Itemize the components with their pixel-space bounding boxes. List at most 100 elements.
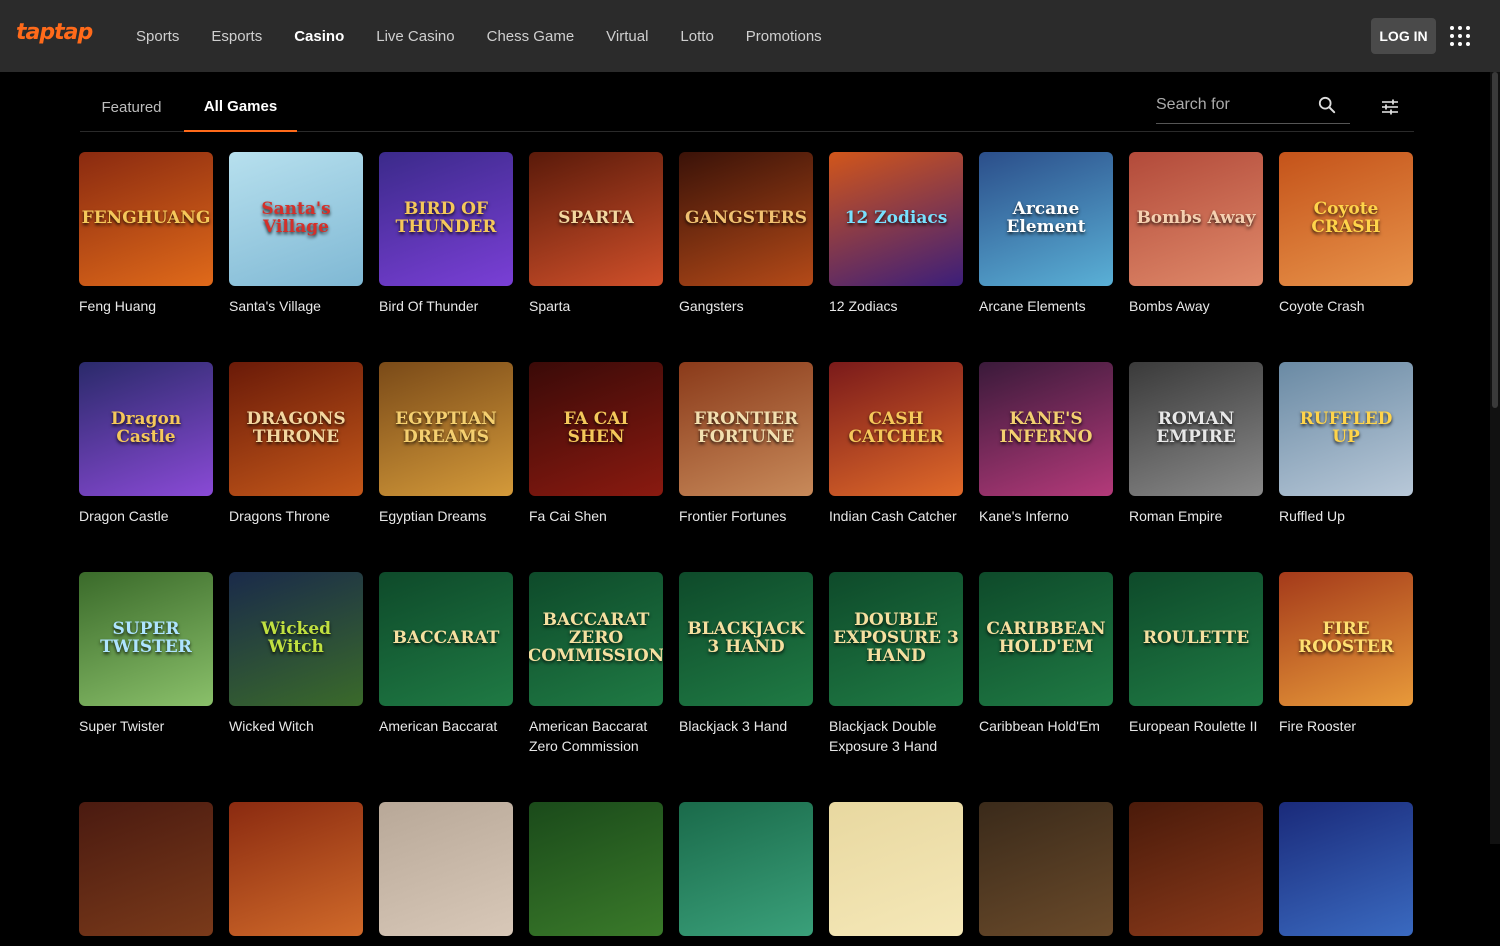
game-name[interactable]: Caribbean Hold'Em — [979, 716, 1113, 736]
game-card[interactable]: Arcane Element Arcane Elements — [979, 152, 1113, 316]
tab-featured[interactable]: Featured — [80, 82, 183, 132]
game-thumbnail[interactable] — [1129, 802, 1263, 936]
taptap-logo[interactable]: taptap — [16, 20, 92, 45]
game-name[interactable]: Sparta — [529, 296, 663, 316]
game-thumbnail[interactable] — [79, 802, 213, 936]
game-card[interactable] — [229, 802, 363, 946]
game-card[interactable]: CARIBBEAN HOLD'EMCaribbean Hold'Em — [979, 572, 1113, 736]
game-card[interactable]: FIRE ROOSTER Fire Rooster — [1279, 572, 1413, 736]
game-card[interactable]: DOUBLE EXPOSURE 3 HAND Blackjack Double E… — [829, 572, 963, 756]
game-card[interactable]: BACCARAT ZERO COMMISSION American Baccara… — [529, 572, 663, 756]
game-name[interactable]: Wicked Witch — [229, 716, 363, 736]
game-card[interactable]: DRAGONS THRONE Dragons Throne — [229, 362, 363, 526]
game-thumbnail[interactable]: FENGHUANG — [79, 152, 213, 286]
game-card[interactable] — [679, 802, 813, 946]
nav-item-chess-game[interactable]: Chess Game — [487, 28, 575, 45]
game-thumbnail[interactable]: ROMAN EMPIRE — [1129, 362, 1263, 496]
game-name[interactable]: Feng Huang — [79, 296, 213, 316]
game-name[interactable]: Coyote Crash — [1279, 296, 1413, 316]
game-card[interactable] — [79, 802, 213, 946]
game-thumbnail[interactable]: Arcane Element — [979, 152, 1113, 286]
game-card[interactable]: EGYPTIAN DREAMS Egyptian Dreams — [379, 362, 513, 526]
game-name[interactable]: Santa's Village — [229, 296, 363, 316]
game-thumbnail[interactable]: ROULETTE — [1129, 572, 1263, 706]
game-card[interactable]: FRONTIER FORTUNE Frontier Fortunes — [679, 362, 813, 526]
game-name[interactable]: Egyptian Dreams — [379, 506, 513, 526]
game-card[interactable] — [979, 802, 1113, 946]
game-thumbnail[interactable]: BLACKJACK 3 HAND — [679, 572, 813, 706]
apps-grid-icon[interactable] — [1450, 26, 1470, 46]
game-name[interactable]: Bombs Away — [1129, 296, 1263, 316]
game-thumbnail[interactable]: FRONTIER FORTUNE — [679, 362, 813, 496]
game-name[interactable]: American Baccarat — [379, 716, 513, 736]
game-thumbnail[interactable]: BACCARAT — [379, 572, 513, 706]
game-card[interactable]: ROULETTEEuropean Roulette II — [1129, 572, 1263, 736]
game-thumbnail[interactable] — [1279, 802, 1413, 936]
game-thumbnail[interactable] — [979, 802, 1113, 936]
game-card[interactable]: FENGHUANG Feng Huang — [79, 152, 213, 316]
game-card[interactable]: GANGSTERS Gangsters — [679, 152, 813, 316]
game-name[interactable]: Bird Of Thunder — [379, 296, 513, 316]
game-card[interactable] — [1279, 802, 1413, 946]
game-thumbnail[interactable]: FIRE ROOSTER — [1279, 572, 1413, 706]
game-card[interactable]: Wicked Witch Wicked Witch — [229, 572, 363, 736]
game-thumbnail[interactable] — [679, 802, 813, 936]
game-name[interactable]: Dragons Throne — [229, 506, 363, 526]
game-card[interactable]: Coyote CRASH Coyote Crash — [1279, 152, 1413, 316]
game-thumbnail[interactable]: DOUBLE EXPOSURE 3 HAND — [829, 572, 963, 706]
tab-all-games[interactable]: All Games — [184, 82, 297, 132]
game-name[interactable]: Gangsters — [679, 296, 813, 316]
nav-item-casino[interactable]: Casino — [294, 28, 344, 45]
game-thumbnail[interactable]: Coyote CRASH — [1279, 152, 1413, 286]
game-thumbnail[interactable]: 12 Zodiacs — [829, 152, 963, 286]
game-name[interactable]: Super Twister — [79, 716, 213, 736]
game-thumbnail[interactable]: DRAGONS THRONE — [229, 362, 363, 496]
game-name[interactable]: Indian Cash Catcher — [829, 506, 963, 526]
nav-item-live-casino[interactable]: Live Casino — [376, 28, 454, 45]
game-card[interactable]: RUFFLED UPRuffled Up — [1279, 362, 1413, 526]
game-name[interactable]: Kane's Inferno — [979, 506, 1113, 526]
game-name[interactable]: Dragon Castle — [79, 506, 213, 526]
game-card[interactable] — [1129, 802, 1263, 946]
game-card[interactable]: BACCARAT American Baccarat — [379, 572, 513, 736]
game-card[interactable]: Bombs Away Bombs Away — [1129, 152, 1263, 316]
scrollbar-thumb[interactable] — [1492, 72, 1498, 408]
game-name[interactable]: Arcane Elements — [979, 296, 1113, 316]
game-card[interactable]: FA CAI SHEN Fa Cai Shen — [529, 362, 663, 526]
game-thumbnail[interactable]: SPARTA — [529, 152, 663, 286]
nav-item-lotto[interactable]: Lotto — [680, 28, 713, 45]
game-name[interactable]: American Baccarat Zero Commission — [529, 716, 663, 756]
search-input[interactable] — [1156, 90, 1306, 120]
game-card[interactable]: SUPER TWISTERSuper Twister — [79, 572, 213, 736]
game-thumbnail[interactable]: BIRD OF THUNDER — [379, 152, 513, 286]
game-thumbnail[interactable]: EGYPTIAN DREAMS — [379, 362, 513, 496]
game-name[interactable]: Frontier Fortunes — [679, 506, 813, 526]
game-thumbnail[interactable]: BACCARAT ZERO COMMISSION — [529, 572, 663, 706]
game-thumbnail[interactable]: FA CAI SHEN — [529, 362, 663, 496]
game-name[interactable]: Blackjack 3 Hand — [679, 716, 813, 736]
nav-item-promotions[interactable]: Promotions — [746, 28, 822, 45]
nav-item-virtual[interactable]: Virtual — [606, 28, 648, 45]
game-thumbnail[interactable]: CASH CATCHER — [829, 362, 963, 496]
game-name[interactable]: Ruffled Up — [1279, 506, 1413, 526]
nav-item-esports[interactable]: Esports — [211, 28, 262, 45]
game-name[interactable]: Blackjack Double Exposure 3 Hand — [829, 716, 963, 756]
game-name[interactable]: Fa Cai Shen — [529, 506, 663, 526]
login-button[interactable]: LOG IN — [1371, 18, 1436, 54]
game-card[interactable]: Santa's Village Santa's Village — [229, 152, 363, 316]
game-name[interactable]: Fire Rooster — [1279, 716, 1413, 736]
game-thumbnail[interactable]: GANGSTERS — [679, 152, 813, 286]
game-thumbnail[interactable] — [829, 802, 963, 936]
game-card[interactable]: 12 Zodiacs 12 Zodiacs — [829, 152, 963, 316]
game-card[interactable] — [829, 802, 963, 946]
game-card[interactable]: BIRD OF THUNDER Bird Of Thunder — [379, 152, 513, 316]
game-card[interactable] — [529, 802, 663, 946]
game-name[interactable]: 12 Zodiacs — [829, 296, 963, 316]
game-card[interactable]: Dragon CastleDragon Castle — [79, 362, 213, 526]
game-thumbnail[interactable]: Wicked Witch — [229, 572, 363, 706]
game-card[interactable]: BLACKJACK 3 HAND Blackjack 3 Hand — [679, 572, 813, 736]
game-thumbnail[interactable]: KANE'S INFERNO — [979, 362, 1113, 496]
game-thumbnail[interactable]: Bombs Away — [1129, 152, 1263, 286]
nav-item-sports[interactable]: Sports — [136, 28, 179, 45]
game-thumbnail[interactable]: Santa's Village — [229, 152, 363, 286]
